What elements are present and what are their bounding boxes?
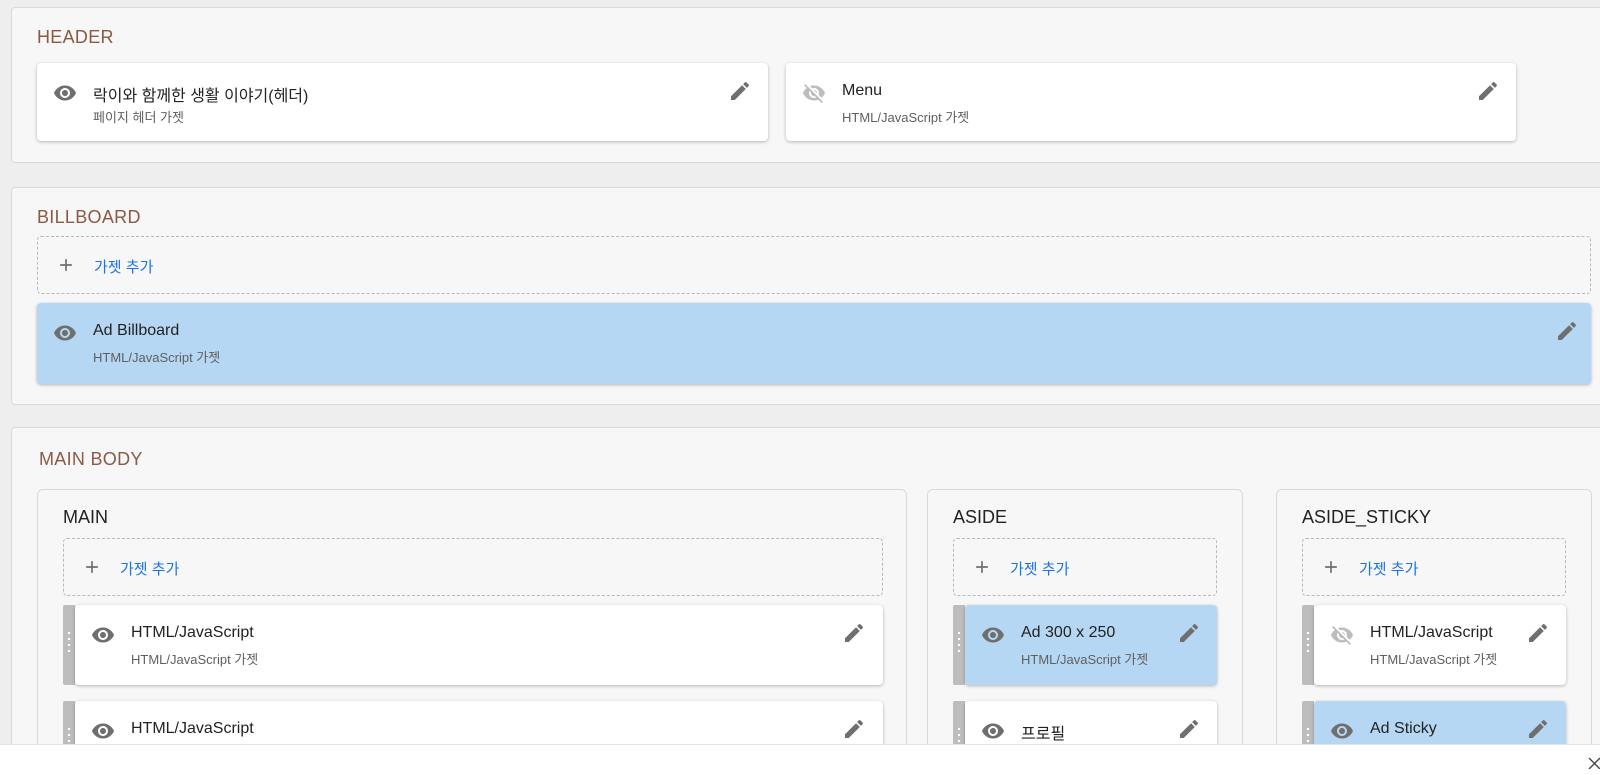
- plus-icon: [976, 561, 988, 573]
- column-aside-sticky: ASIDE_STICKY 가젯 추가 HTML/JavaScript HTML/…: [1276, 489, 1592, 775]
- drag-handle-icon: [1306, 631, 1310, 653]
- pencil-icon[interactable]: [1526, 717, 1550, 741]
- gadget-title: Menu: [842, 82, 883, 99]
- gadget-card-html-js-1[interactable]: HTML/JavaScript HTML/JavaScript 가젯: [75, 605, 883, 685]
- pencil-icon[interactable]: [1177, 717, 1201, 741]
- gadget-title: HTML/JavaScript: [1370, 624, 1493, 641]
- pencil-icon[interactable]: [1526, 621, 1550, 645]
- section-title-header: HEADER: [37, 27, 114, 47]
- drag-handle-icon: [957, 631, 961, 653]
- add-gadget-label: 가젯 추가: [120, 561, 180, 578]
- section-title-billboard: BILLBOARD: [37, 207, 141, 227]
- main-body-section: MAIN BODY MAIN 가젯 추가 HTML/JavaScript HTM…: [11, 427, 1600, 775]
- section-title-main-body: MAIN BODY: [39, 449, 143, 469]
- plus-icon: [86, 561, 98, 573]
- eye-icon[interactable]: [53, 81, 77, 105]
- gadget-card-ad-billboard[interactable]: Ad Billboard HTML/JavaScript 가젯: [37, 303, 1591, 384]
- gadget-title: HTML/JavaScript: [131, 624, 254, 641]
- add-gadget-label: 가젯 추가: [94, 259, 154, 276]
- eye-icon[interactable]: [53, 321, 77, 345]
- gadget-title: 락이와 함께한 생활 이야기(헤더): [93, 88, 309, 105]
- gadget-type: HTML/JavaScript 가젯: [131, 652, 259, 667]
- gadget-type: HTML/JavaScript 가젯: [93, 350, 221, 365]
- close-icon[interactable]: [1586, 755, 1600, 769]
- pencil-icon[interactable]: [842, 717, 866, 741]
- drag-handle[interactable]: [63, 605, 75, 685]
- pencil-icon[interactable]: [1476, 79, 1500, 103]
- eye-off-icon[interactable]: [802, 81, 826, 105]
- add-gadget-button[interactable]: 가젯 추가: [953, 538, 1217, 596]
- gadget-type: 페이지 헤더 가젯: [93, 110, 184, 125]
- gadget-title: Ad Sticky: [1370, 720, 1437, 737]
- billboard-section: BILLBOARD 가젯 추가 Ad Billboard HTML/JavaSc…: [11, 187, 1600, 405]
- column-title: ASIDE_STICKY: [1302, 507, 1432, 527]
- gadget-type: HTML/JavaScript 가젯: [842, 110, 970, 125]
- eye-off-icon[interactable]: [1330, 623, 1354, 647]
- column-title: MAIN: [63, 507, 108, 527]
- plus-icon: [1325, 561, 1337, 573]
- eye-icon[interactable]: [981, 719, 1005, 743]
- eye-icon[interactable]: [91, 623, 115, 647]
- column-title: ASIDE: [953, 507, 1008, 527]
- gadget-title: Ad 300 x 250: [1021, 624, 1116, 641]
- add-gadget-button[interactable]: 가젯 추가: [37, 236, 1591, 294]
- drag-handle[interactable]: [1302, 605, 1314, 685]
- gadget-card-blog-header[interactable]: 락이와 함께한 생활 이야기(헤더) 페이지 헤더 가젯: [37, 63, 768, 141]
- add-gadget-label: 가젯 추가: [1359, 561, 1419, 578]
- gadget-type: HTML/JavaScript 가젯: [1021, 652, 1149, 667]
- gadget-type: HTML/JavaScript 가젯: [1370, 652, 1498, 667]
- gadget-title: Ad Billboard: [93, 322, 180, 339]
- add-gadget-button[interactable]: 가젯 추가: [1302, 538, 1566, 596]
- add-gadget-label: 가젯 추가: [1010, 561, 1070, 578]
- bottom-bar: [0, 744, 1600, 775]
- gadget-card-ad-300x250[interactable]: Ad 300 x 250 HTML/JavaScript 가젯: [965, 605, 1217, 685]
- column-main: MAIN 가젯 추가 HTML/JavaScript HTML/JavaScri…: [37, 489, 907, 775]
- gadget-card-html-js-hidden[interactable]: HTML/JavaScript HTML/JavaScript 가젯: [1314, 605, 1566, 685]
- eye-icon[interactable]: [981, 623, 1005, 647]
- eye-icon[interactable]: [91, 719, 115, 743]
- plus-icon: [60, 259, 72, 271]
- gadget-title: HTML/JavaScript: [131, 720, 254, 737]
- pencil-icon[interactable]: [1177, 621, 1201, 645]
- pencil-icon[interactable]: [1555, 319, 1579, 343]
- column-aside: ASIDE 가젯 추가 Ad 300 x 250 HTML/JavaScript…: [927, 489, 1243, 775]
- pencil-icon[interactable]: [728, 79, 752, 103]
- pencil-icon[interactable]: [842, 621, 866, 645]
- header-section: HEADER 락이와 함께한 생활 이야기(헤더) 페이지 헤더 가젯 Menu…: [11, 7, 1600, 163]
- eye-icon[interactable]: [1330, 719, 1354, 743]
- drag-handle-icon: [67, 631, 71, 653]
- drag-handle[interactable]: [953, 605, 965, 685]
- add-gadget-button[interactable]: 가젯 추가: [63, 538, 883, 596]
- gadget-card-menu[interactable]: Menu HTML/JavaScript 가젯: [786, 63, 1516, 141]
- gadget-title: 프로필: [1021, 726, 1066, 743]
